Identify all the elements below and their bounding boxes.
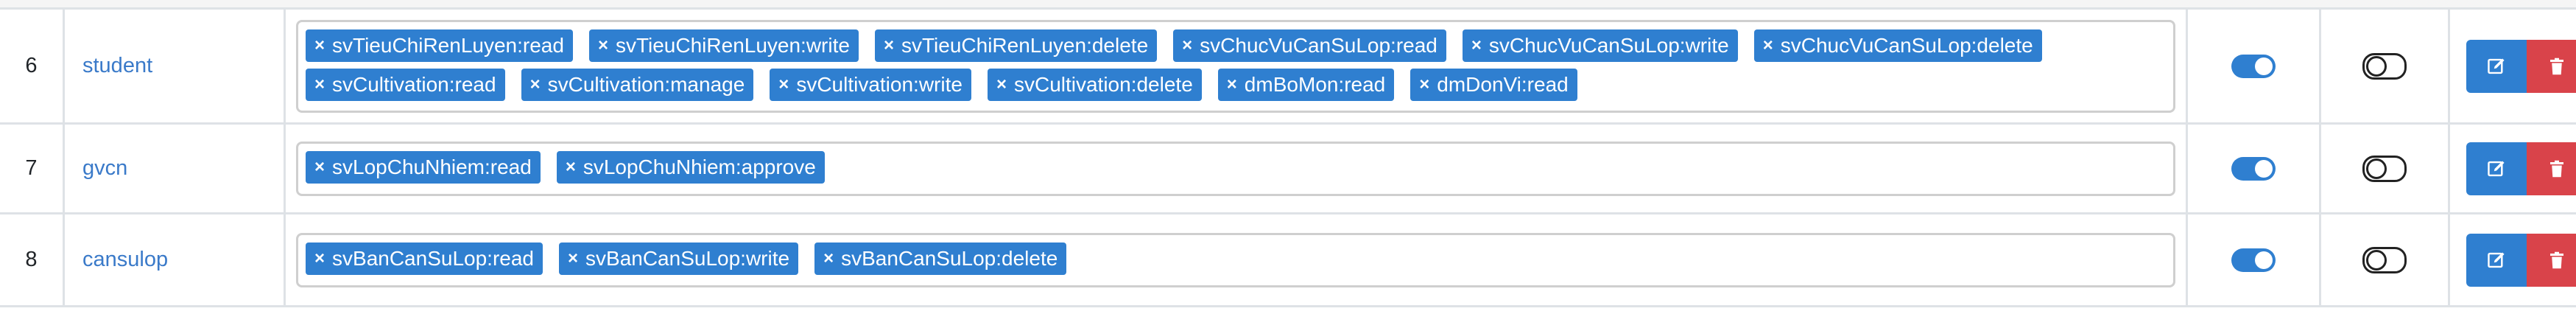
permission-tag: × svLopChuNhiem:read — [306, 150, 541, 184]
edit-icon — [2488, 160, 2505, 176]
remove-tag-icon[interactable]: × — [314, 157, 325, 178]
row-index: 7 — [0, 123, 65, 214]
permission-tag: × svCultivation:write — [770, 68, 971, 101]
permission-tag: × svBanCanSuLop:delete — [814, 242, 1067, 275]
permission-tag: × dmDonVi:read — [1410, 68, 1577, 101]
table-row: 7 gvcn × svLopChuNhiem:read × svLopChuNhie… — [0, 123, 2576, 214]
remove-tag-icon[interactable]: × — [314, 248, 325, 269]
remove-tag-icon[interactable]: × — [314, 74, 325, 95]
trash-icon — [2550, 160, 2563, 177]
trash-icon — [2550, 251, 2563, 268]
remove-tag-icon[interactable]: × — [1471, 35, 1482, 56]
role-name-link[interactable]: student — [82, 54, 152, 77]
toggle-knob — [2366, 55, 2387, 77]
permission-tag: × svCultivation:manage — [521, 68, 754, 101]
permissions-select[interactable]: × svBanCanSuLop:read × svBanCanSuLop:write… — [296, 232, 2175, 287]
edit-button[interactable] — [2466, 142, 2527, 195]
remove-tag-icon[interactable]: × — [566, 157, 576, 178]
remove-tag-icon[interactable]: × — [778, 74, 789, 95]
permissions-select[interactable]: × svTieuChiRenLuyen:read × svTieuChiRenLuy… — [296, 19, 2175, 113]
permission-tag: × svCultivation:read — [306, 68, 505, 101]
remove-tag-icon[interactable]: × — [823, 248, 834, 269]
active-toggle[interactable] — [2231, 248, 2276, 272]
permission-tag: × svChucVuCanSuLop:read — [1173, 29, 1446, 62]
remove-tag-icon[interactable]: × — [996, 74, 1007, 95]
default-toggle[interactable] — [2362, 52, 2407, 80]
table-header-strip — [0, 0, 2576, 10]
toggle-knob — [2366, 158, 2387, 179]
permission-tag: × svTieuChiRenLuyen:delete — [874, 29, 1158, 62]
permission-tag: × dmBoMon:read — [1217, 68, 1395, 101]
permission-tag: × svTieuChiRenLuyen:read — [306, 29, 573, 62]
edit-icon — [2488, 251, 2505, 268]
permission-tag: × svTieuChiRenLuyen:write — [588, 29, 859, 62]
delete-button[interactable] — [2527, 142, 2576, 195]
row-index: 8 — [0, 213, 65, 307]
toggle-knob — [2255, 251, 2273, 269]
table-row: 6 student × svTieuChiRenLuyen:read × svTie… — [0, 10, 2576, 125]
role-name-link[interactable]: cansulop — [82, 248, 168, 271]
active-toggle[interactable] — [2231, 54, 2276, 78]
remove-tag-icon[interactable]: × — [884, 35, 894, 56]
remove-tag-icon[interactable]: × — [1182, 35, 1192, 56]
remove-tag-icon[interactable]: × — [598, 35, 608, 56]
delete-button[interactable] — [2527, 233, 2576, 287]
default-toggle[interactable] — [2362, 246, 2407, 273]
row-index: 6 — [0, 10, 65, 125]
permission-tag: × svChucVuCanSuLop:write — [1462, 29, 1738, 62]
remove-tag-icon[interactable]: × — [314, 35, 325, 56]
toggle-knob — [2255, 159, 2273, 178]
permission-tag: × svLopChuNhiem:approve — [556, 150, 825, 184]
permission-tag: × svBanCanSuLop:write — [559, 242, 799, 275]
toggle-knob — [2366, 249, 2387, 271]
remove-tag-icon[interactable]: × — [1763, 35, 1773, 56]
remove-tag-icon[interactable]: × — [530, 74, 541, 95]
permission-tag: × svChucVuCanSuLop:delete — [1753, 29, 2042, 62]
default-toggle[interactable] — [2362, 155, 2407, 182]
delete-button[interactable] — [2527, 39, 2576, 93]
role-name-link[interactable]: gvcn — [82, 156, 127, 180]
active-toggle[interactable] — [2231, 156, 2276, 181]
edit-button[interactable] — [2466, 39, 2527, 93]
remove-tag-icon[interactable]: × — [1227, 74, 1237, 95]
permission-tag: × svBanCanSuLop:read — [306, 242, 543, 275]
toggle-knob — [2255, 57, 2273, 75]
permission-tag: × svCultivation:delete — [987, 68, 1202, 101]
table-row: 8 cansulop × svBanCanSuLop:read × svBanCan… — [0, 213, 2576, 307]
remove-tag-icon[interactable]: × — [1419, 74, 1429, 95]
permissions-select[interactable]: × svLopChuNhiem:read × svLopChuNhiem:appro… — [296, 141, 2175, 196]
roles-table: 6 student × svTieuChiRenLuyen:read × svTie… — [0, 10, 2576, 307]
trash-icon — [2550, 57, 2563, 74]
edit-button[interactable] — [2466, 233, 2527, 287]
remove-tag-icon[interactable]: × — [568, 248, 578, 269]
edit-icon — [2488, 57, 2505, 74]
